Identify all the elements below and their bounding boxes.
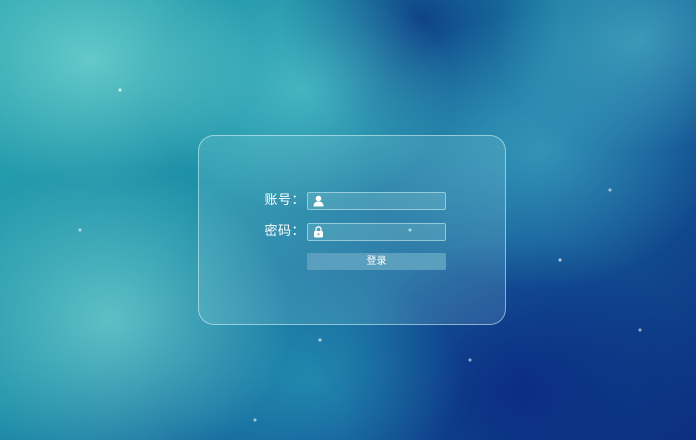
lock-icon bbox=[311, 225, 325, 239]
password-row: 密码： bbox=[199, 223, 505, 241]
password-input[interactable] bbox=[328, 224, 443, 240]
username-row: 账号： bbox=[199, 192, 505, 210]
username-label: 账号： bbox=[264, 193, 305, 208]
login-button[interactable]: 登录 bbox=[307, 253, 446, 270]
password-field[interactable] bbox=[307, 223, 446, 241]
username-field[interactable] bbox=[307, 192, 446, 210]
password-label: 密码： bbox=[264, 224, 305, 239]
username-input[interactable] bbox=[328, 193, 443, 209]
user-icon bbox=[311, 194, 325, 208]
login-panel: 账号： 密码： 登录 bbox=[198, 135, 506, 325]
